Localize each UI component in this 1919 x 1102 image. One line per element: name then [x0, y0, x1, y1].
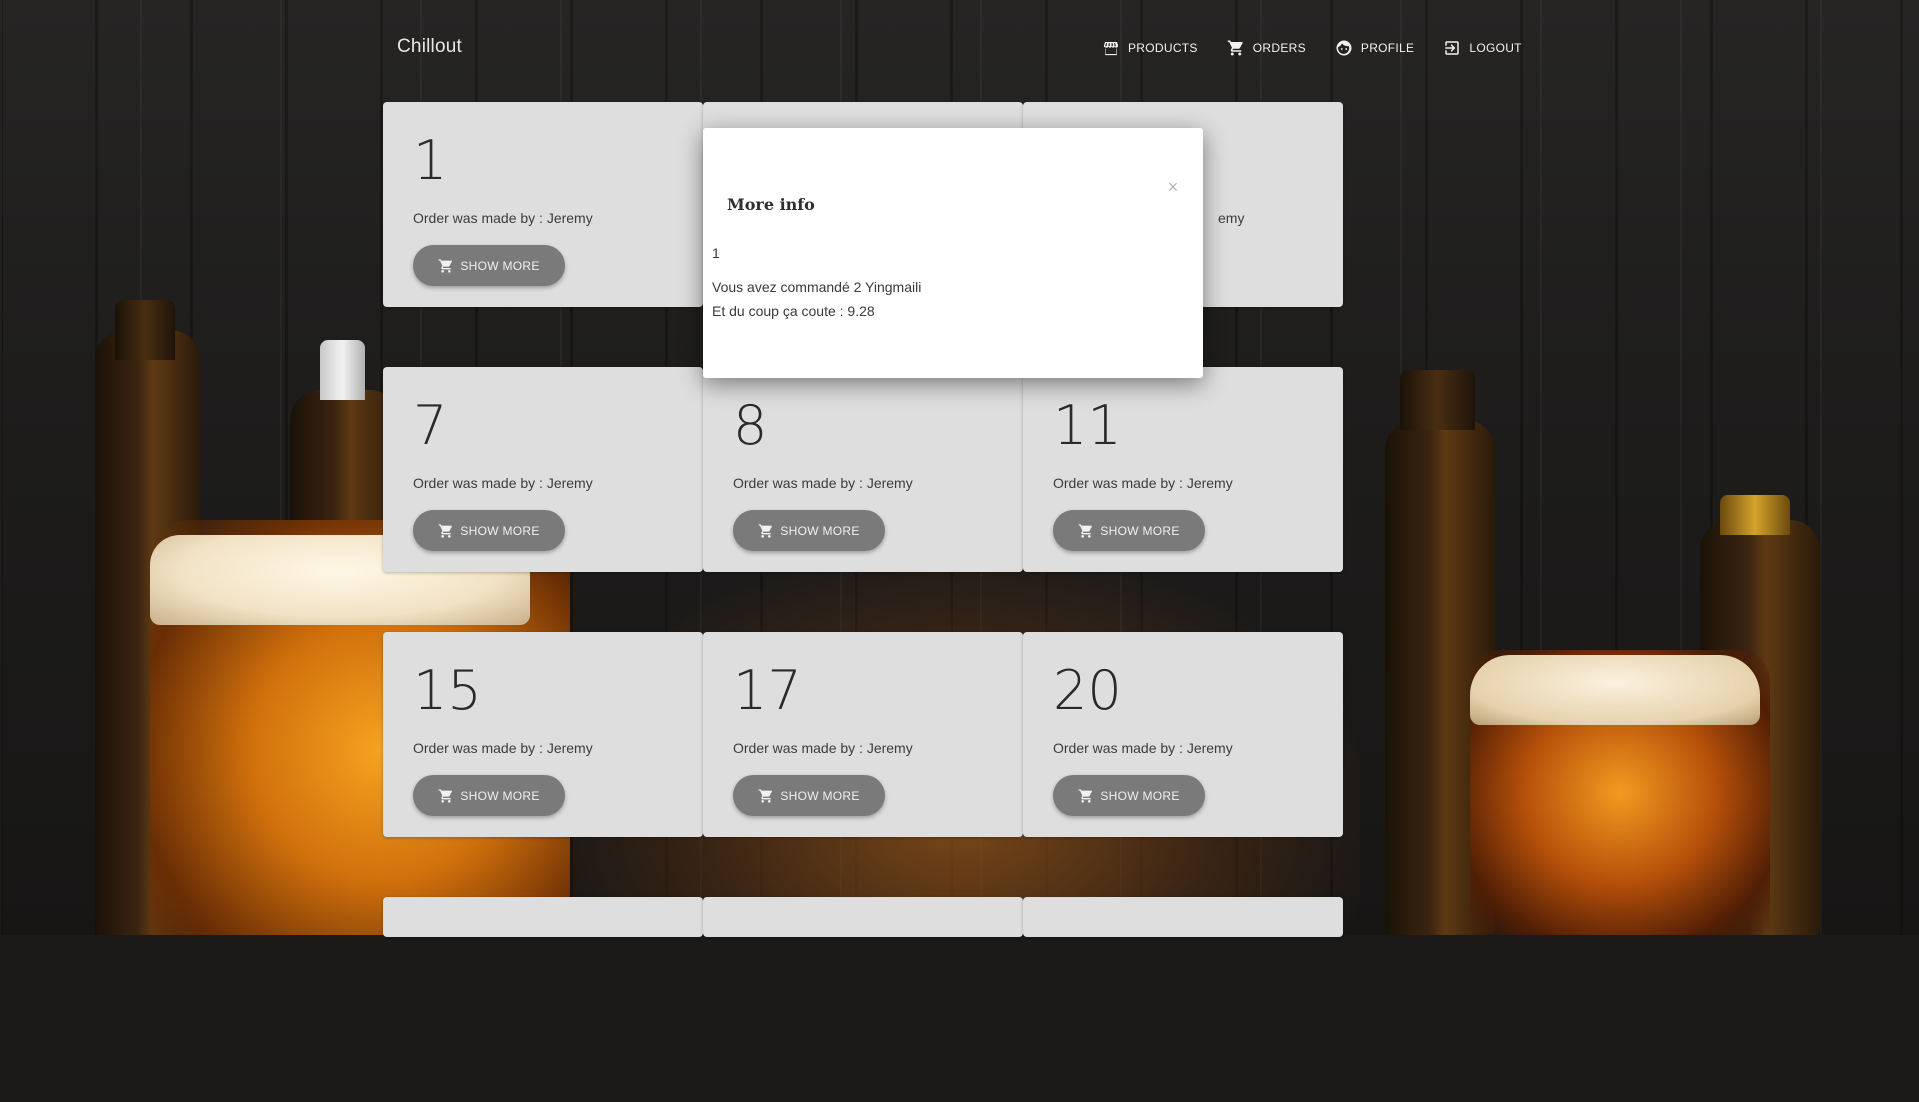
modal-order-summary: Vous avez commandé 2 Yingmaili — [712, 279, 922, 295]
nav-item-products[interactable]: PRODUCTS — [1102, 37, 1198, 59]
show-more-button[interactable]: SHOW MORE — [1053, 775, 1205, 816]
cart-icon — [758, 523, 773, 538]
show-more-label: SHOW MORE — [780, 523, 860, 538]
order-made-by: Order was made by : Jeremy — [1053, 740, 1233, 756]
order-number: 1 — [413, 129, 448, 192]
show-more-button[interactable]: SHOW MORE — [413, 775, 565, 816]
order-card: 17 Order was made by : Jeremy SHOW MORE — [703, 632, 1023, 837]
logout-icon — [1445, 41, 1460, 55]
show-more-button[interactable]: SHOW MORE — [413, 510, 565, 551]
order-made-by: Order was made by : Jeremy — [413, 475, 593, 491]
show-more-button[interactable]: SHOW MORE — [733, 775, 885, 816]
cart-icon — [438, 523, 453, 538]
show-more-button[interactable]: SHOW MORE — [413, 245, 565, 286]
order-number: 8 — [733, 394, 768, 457]
order-number: 20 — [1053, 659, 1122, 722]
face-icon — [1336, 40, 1352, 56]
order-made-by: Order was made by : Jeremy — [413, 210, 593, 226]
show-more-label: SHOW MORE — [1100, 523, 1180, 538]
top-navbar: Chillout PRODUCTS ORDERS PROFILE LOGOUT — [0, 0, 1919, 96]
order-made-by: Order was made by : Jeremy — [733, 475, 913, 491]
order-card: 8 Order was made by : Jeremy SHOW MORE — [703, 367, 1023, 572]
cart-icon — [758, 788, 773, 803]
background-beer-foam — [1470, 655, 1760, 725]
modal-order-id: 1 — [712, 245, 720, 261]
order-number: 15 — [413, 659, 482, 722]
cart-icon — [1227, 40, 1243, 56]
show-more-button[interactable]: SHOW MORE — [1053, 510, 1205, 551]
close-icon[interactable]: × — [1164, 178, 1182, 196]
order-card — [383, 897, 703, 937]
brand-logo[interactable]: Chillout — [397, 36, 462, 58]
order-card — [703, 897, 1023, 937]
nav-label-orders: ORDERS — [1252, 41, 1306, 55]
order-card: 7 Order was made by : Jeremy SHOW MORE — [383, 367, 703, 572]
order-made-by: Order was made by : Jeremy — [733, 740, 913, 756]
background-bottle-neck — [1400, 370, 1475, 430]
order-made-by: Order was made by : Jeremy — [413, 740, 593, 756]
nav-item-profile[interactable]: PROFILE — [1335, 37, 1414, 59]
nav-label-logout: LOGOUT — [1469, 41, 1522, 55]
more-info-modal: × More info 1 Vous avez commandé 2 Yingm… — [703, 128, 1203, 378]
nav-menu: PRODUCTS ORDERS PROFILE LOGOUT — [1102, 37, 1551, 59]
nav-label-products: PRODUCTS — [1128, 41, 1198, 55]
show-more-label: SHOW MORE — [460, 523, 540, 538]
order-card: 20 Order was made by : Jeremy SHOW MORE — [1023, 632, 1343, 837]
order-number: 7 — [413, 394, 448, 457]
order-number: 11 — [1053, 394, 1122, 457]
show-more-button[interactable]: SHOW MORE — [733, 510, 885, 551]
order-card: 15 Order was made by : Jeremy SHOW MORE — [383, 632, 703, 837]
order-made-by: Order was made by : Jeremy — [1053, 475, 1233, 491]
cart-icon — [1078, 788, 1093, 803]
show-more-label: SHOW MORE — [460, 258, 540, 273]
order-card: 1 Order was made by : Jeremy SHOW MORE — [383, 102, 703, 307]
cart-icon — [438, 788, 453, 803]
cart-icon — [438, 258, 453, 273]
show-more-label: SHOW MORE — [780, 788, 860, 803]
cart-icon — [1078, 523, 1093, 538]
nav-label-profile: PROFILE — [1360, 41, 1415, 55]
show-more-label: SHOW MORE — [460, 788, 540, 803]
modal-title: More info — [727, 195, 815, 214]
order-card: 11 Order was made by : Jeremy SHOW MORE — [1023, 367, 1343, 572]
background-bottle-neck — [115, 300, 175, 360]
storefront-icon — [1103, 42, 1119, 56]
background-bottle-cap — [1720, 495, 1790, 535]
show-more-label: SHOW MORE — [1100, 788, 1180, 803]
nav-item-orders[interactable]: ORDERS — [1227, 37, 1306, 59]
order-number: 17 — [733, 659, 802, 722]
order-card — [1023, 897, 1343, 937]
nav-item-logout[interactable]: LOGOUT — [1443, 37, 1522, 59]
modal-order-price: Et du coup ça coute : 9.28 — [712, 303, 875, 319]
background-bottle-cap — [320, 340, 365, 400]
order-made-by: emy — [1218, 210, 1245, 226]
